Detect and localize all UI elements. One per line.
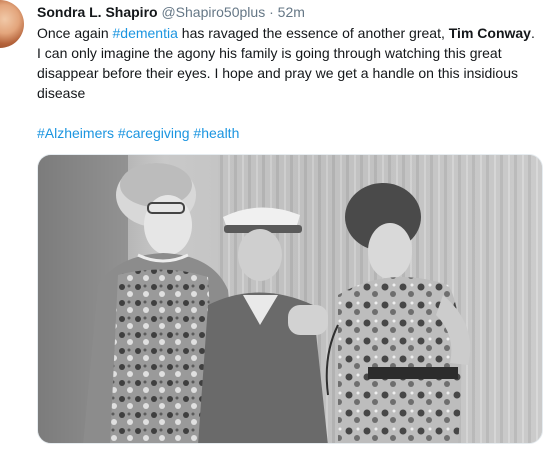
mentioned-name: Tim Conway xyxy=(448,25,531,41)
tweet-header: Sondra L. Shapiro @Shapiro50plus · 52m xyxy=(37,3,305,21)
hashtag-caregiving[interactable]: #caregiving xyxy=(118,125,190,141)
tweet-text: Once again #dementia has ravaged the ess… xyxy=(37,23,537,103)
hashtag-dementia[interactable]: #dementia xyxy=(113,25,178,41)
tweet-text-part: has ravaged the essence of another great… xyxy=(177,25,449,41)
hashtag-list: #Alzheimers #caregiving #health xyxy=(37,123,239,143)
timestamp[interactable]: 52m xyxy=(278,4,305,20)
hashtag-health[interactable]: #health xyxy=(193,125,239,141)
author-handle[interactable]: @Shapiro50plus xyxy=(161,4,265,20)
author-name[interactable]: Sondra L. Shapiro xyxy=(37,4,158,20)
tweet-photo[interactable] xyxy=(37,154,543,444)
separator-dot: · xyxy=(269,4,274,20)
tweet: Sondra L. Shapiro @Shapiro50plus · 52m O… xyxy=(0,0,543,455)
avatar-image xyxy=(0,0,24,48)
photo-illustration xyxy=(38,155,542,443)
tweet-text-part: Once again xyxy=(37,25,113,41)
avatar[interactable] xyxy=(0,0,24,48)
hashtag-alzheimers[interactable]: #Alzheimers xyxy=(37,125,114,141)
